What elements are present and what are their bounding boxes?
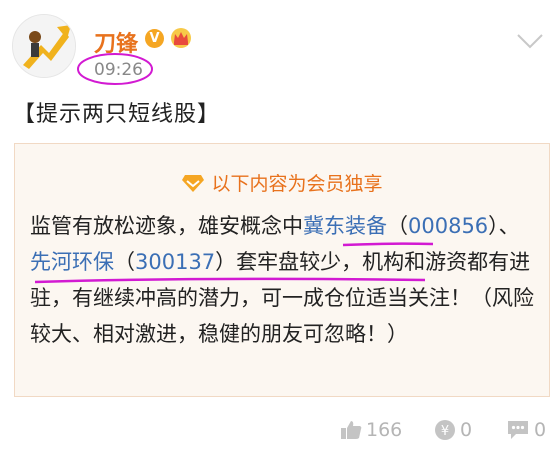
avatar-image: [13, 15, 75, 77]
post-title: 【提示两只短线股】: [13, 102, 221, 127]
stock-code-link[interactable]: 300137: [135, 250, 215, 274]
vip-verified-icon: V: [145, 29, 164, 48]
action-bar: 166 ¥ 0 0: [0, 419, 560, 445]
crown-icon: [171, 28, 191, 48]
comment-button[interactable]: 0: [506, 419, 546, 441]
diamond-icon: [182, 175, 205, 192]
body-text: ）、: [488, 214, 520, 238]
like-button[interactable]: 166: [340, 419, 402, 441]
body-text: （: [114, 250, 135, 274]
thumbs-up-icon: [341, 421, 362, 439]
coin-icon: ¥: [435, 420, 455, 440]
body-text: （: [387, 214, 408, 238]
coin-button[interactable]: ¥ 0: [434, 419, 472, 441]
coin-count: 0: [460, 419, 473, 441]
stock-link-jidong[interactable]: 冀东装备: [303, 214, 387, 238]
vip-header: 以下内容为会员独享: [15, 169, 549, 196]
stock-link-xianhe[interactable]: 先河环保: [30, 250, 114, 274]
vip-content-box: 以下内容为会员独享 监管有放松迹象，雄安概念中冀东装备（000856）、先河环保…: [14, 143, 550, 397]
comment-icon: [508, 421, 528, 439]
post-body: 监管有放松迹象，雄安概念中冀东装备（000856）、先河环保（300137）套牢…: [30, 208, 540, 352]
like-count: 166: [366, 419, 403, 441]
avatar[interactable]: [12, 14, 76, 78]
stock-code-link[interactable]: 000856: [408, 214, 488, 238]
vip-header-label: 以下内容为会员独享: [211, 173, 383, 195]
comment-count: 0: [534, 419, 547, 441]
svg-text:¥: ¥: [441, 424, 449, 439]
chevron-down-icon[interactable]: [516, 32, 544, 50]
time-annotation-circle: [77, 53, 153, 85]
body-text: 监管有放松迹象，雄安概念中: [30, 214, 303, 238]
